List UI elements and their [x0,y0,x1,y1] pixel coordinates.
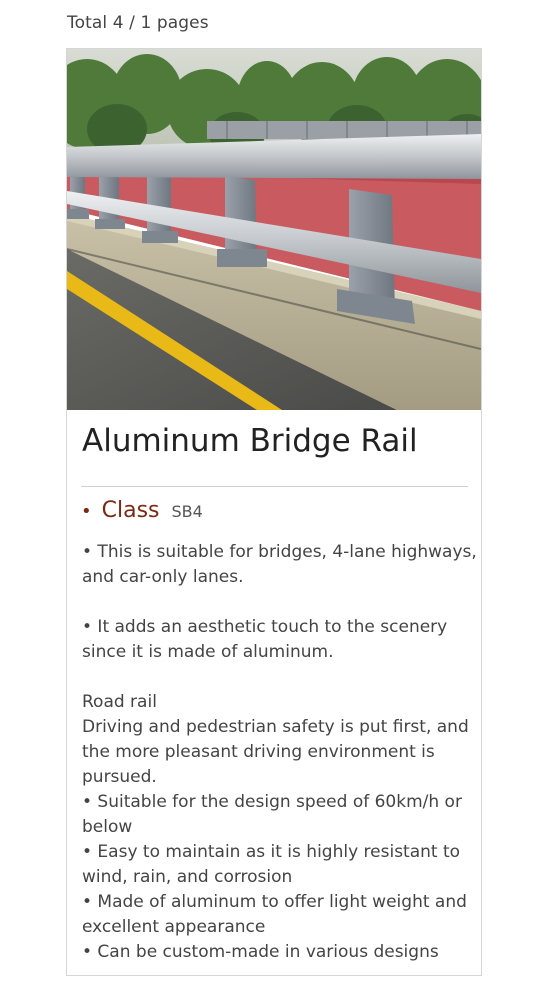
description-line: • Made of aluminum to offer light weight… [82,892,467,912]
class-label: Class [101,498,160,523]
description-line: excellent appearance [82,917,266,937]
product-description: • This is suitable for bridges, 4-lane h… [82,540,477,965]
bullet-icon: • [81,501,92,522]
description-line: and car-only lanes. [82,567,244,587]
description-line: the more pleasant driving environment is [82,742,435,762]
description-line: Road rail [82,692,157,712]
class-value: SB4 [171,502,203,521]
product-card[interactable]: Aluminum Bridge Rail • Class SB4 • This … [66,48,482,976]
product-image[interactable] [67,49,481,410]
product-title: Aluminum Bridge Rail [82,423,418,459]
description-line: • This is suitable for bridges, 4-lane h… [82,542,477,562]
description-line: Driving and pedestrian safety is put fir… [82,717,469,737]
description-line: • Can be custom-made in various designs [82,942,439,962]
pagination-total: Total 4 / 1 pages [67,13,209,33]
description-line: • Easy to maintain as it is highly resis… [82,842,461,862]
class-row: • Class SB4 [81,498,203,528]
divider [81,486,468,487]
description-line: • Suitable for the design speed of 60km/… [82,792,462,812]
description-line: below [82,817,133,837]
description-line: • It adds an aesthetic touch to the scen… [82,617,448,637]
description-line: since it is made of aluminum. [82,642,334,662]
description-line: pursued. [82,767,157,787]
description-line: wind, rain, and corrosion [82,867,293,887]
